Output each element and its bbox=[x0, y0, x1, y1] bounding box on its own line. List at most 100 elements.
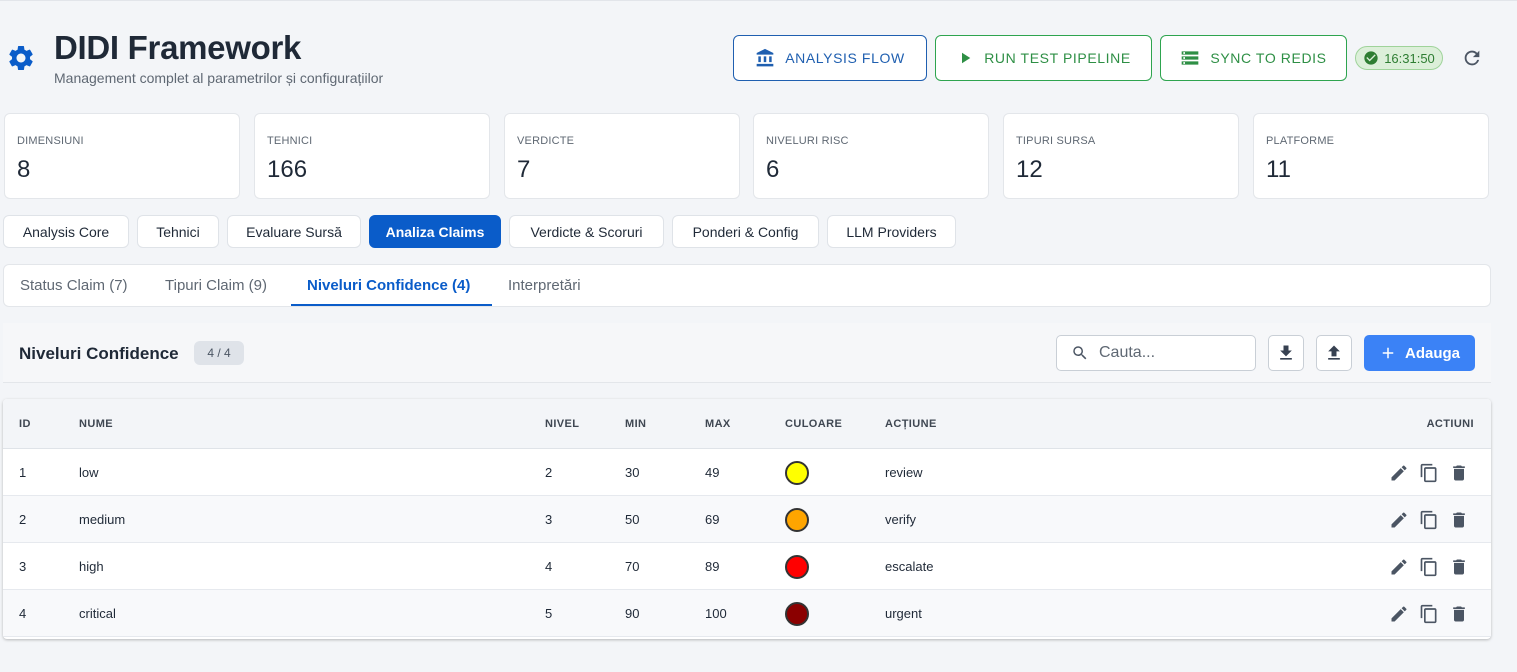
cell-max: 49 bbox=[705, 465, 720, 480]
cell-actiune: urgent bbox=[885, 606, 922, 621]
column-header-nivel[interactable]: NIVEL bbox=[545, 418, 579, 430]
cell-max: 69 bbox=[705, 512, 720, 527]
cell-max: 100 bbox=[705, 606, 727, 621]
copy-icon[interactable] bbox=[1419, 510, 1439, 530]
cell-actiune: verify bbox=[885, 512, 917, 527]
plus-icon bbox=[1382, 347, 1394, 359]
bank-icon bbox=[756, 48, 774, 67]
stat-card-dimensiuni: DIMENSIUNI 8 bbox=[4, 113, 240, 199]
table-row: 3 high 4 70 89 escalate bbox=[3, 543, 1491, 590]
cell-actiune: review bbox=[885, 465, 923, 480]
stat-card-platforme: PLATFORME 11 bbox=[1253, 113, 1489, 199]
copy-icon[interactable] bbox=[1419, 557, 1439, 577]
add-button[interactable]: Adauga bbox=[1364, 335, 1475, 371]
import-button[interactable] bbox=[1316, 335, 1352, 371]
edit-icon[interactable] bbox=[1389, 463, 1409, 483]
stat-value: 166 bbox=[267, 156, 308, 183]
check-circle-icon bbox=[1364, 51, 1378, 65]
table-header: ID NUME NIVEL MIN MAX CULOARE ACȚIUNE AC… bbox=[3, 399, 1491, 449]
tab-llm-providers[interactable]: LLM Providers bbox=[827, 215, 956, 248]
cell-nume: low bbox=[79, 465, 99, 480]
tab-analysis-core[interactable]: Analysis Core bbox=[3, 215, 129, 248]
export-button[interactable] bbox=[1268, 335, 1304, 371]
table-row: 1 low 2 30 49 review bbox=[3, 449, 1491, 496]
cell-id: 1 bbox=[19, 465, 27, 480]
search-icon bbox=[1073, 346, 1087, 360]
sync-to-redis-label: SYNC TO REDIS bbox=[1210, 50, 1327, 66]
run-test-pipeline-label: RUN TEST PIPELINE bbox=[984, 50, 1131, 66]
column-header-actiuni: ACTIUNI bbox=[1426, 418, 1474, 430]
cell-min: 30 bbox=[625, 465, 640, 480]
app-title: DIDI Framework bbox=[54, 29, 302, 66]
panel-title: Niveluri Confidence bbox=[19, 344, 179, 363]
stat-label: PLATFORME bbox=[1266, 135, 1335, 147]
column-header-id[interactable]: ID bbox=[19, 418, 31, 430]
active-tab-indicator bbox=[291, 304, 492, 306]
status-time-badge: 16:31:50 bbox=[1355, 46, 1443, 70]
cell-nivel: 4 bbox=[545, 559, 553, 574]
stat-label: VERDICTE bbox=[517, 135, 575, 147]
delete-icon[interactable] bbox=[1449, 510, 1469, 530]
play-icon bbox=[962, 52, 971, 64]
copy-icon[interactable] bbox=[1419, 604, 1439, 624]
color-swatch bbox=[785, 555, 809, 579]
delete-icon[interactable] bbox=[1449, 463, 1469, 483]
sync-to-redis-button[interactable]: SYNC TO REDIS bbox=[1160, 35, 1347, 81]
color-swatch bbox=[785, 461, 809, 485]
tab-ponderi-config[interactable]: Ponderi & Config bbox=[672, 215, 819, 248]
stat-card-tehnici: TEHNICI 166 bbox=[254, 113, 490, 199]
stat-value: 7 bbox=[517, 156, 531, 183]
analysis-flow-label: ANALYSIS FLOW bbox=[785, 50, 905, 66]
confidence-table: ID NUME NIVEL MIN MAX CULOARE ACȚIUNE AC… bbox=[3, 399, 1491, 639]
cell-nivel: 3 bbox=[545, 512, 553, 527]
server-stack-icon bbox=[1182, 51, 1199, 65]
delete-icon[interactable] bbox=[1449, 557, 1469, 577]
color-swatch bbox=[785, 602, 809, 626]
edit-icon[interactable] bbox=[1389, 604, 1409, 624]
cell-max: 89 bbox=[705, 559, 720, 574]
run-test-pipeline-button[interactable]: RUN TEST PIPELINE bbox=[935, 35, 1152, 81]
cell-min: 50 bbox=[625, 512, 640, 527]
column-header-culoare[interactable]: CULOARE bbox=[785, 418, 842, 430]
table-row: 2 medium 3 50 69 verify bbox=[3, 496, 1491, 543]
search-input[interactable] bbox=[1099, 344, 1239, 362]
subtab-interpretari[interactable]: Interpretări bbox=[508, 265, 581, 306]
stat-label: DIMENSIUNI bbox=[17, 135, 84, 147]
stat-value: 11 bbox=[1266, 156, 1291, 183]
cell-id: 3 bbox=[19, 559, 27, 574]
upload-icon bbox=[1328, 345, 1340, 360]
tab-analiza-claims[interactable]: Analiza Claims bbox=[369, 215, 501, 248]
subtab-niveluri-confidence[interactable]: Niveluri Confidence (4) bbox=[307, 265, 470, 306]
color-swatch bbox=[785, 508, 809, 532]
tab-verdicte-scoruri[interactable]: Verdicte & Scoruri bbox=[509, 215, 664, 248]
edit-icon[interactable] bbox=[1389, 510, 1409, 530]
count-chip: 4 / 4 bbox=[194, 341, 244, 365]
status-time: 16:31:50 bbox=[1384, 50, 1435, 66]
stat-label: TEHNICI bbox=[267, 135, 313, 147]
stat-label: NIVELURI RISC bbox=[766, 135, 849, 147]
column-header-actiune[interactable]: ACȚIUNE bbox=[885, 418, 937, 430]
stat-label: TIPURI SURSA bbox=[1016, 135, 1096, 147]
copy-icon[interactable] bbox=[1419, 463, 1439, 483]
stat-value: 6 bbox=[766, 156, 780, 183]
cell-nume: critical bbox=[79, 606, 116, 621]
cell-nivel: 5 bbox=[545, 606, 553, 621]
delete-icon[interactable] bbox=[1449, 604, 1469, 624]
stat-value: 8 bbox=[17, 156, 31, 183]
tab-tehnici[interactable]: Tehnici bbox=[137, 215, 219, 248]
tab-evaluare-sursa[interactable]: Evaluare Sursă bbox=[227, 215, 361, 248]
search-box[interactable] bbox=[1056, 335, 1256, 371]
column-header-max[interactable]: MAX bbox=[705, 418, 731, 430]
refresh-icon[interactable] bbox=[1461, 47, 1483, 69]
analysis-flow-button[interactable]: ANALYSIS FLOW bbox=[733, 35, 927, 81]
subtab-status-claim[interactable]: Status Claim (7) bbox=[20, 265, 128, 306]
cell-id: 2 bbox=[19, 512, 27, 527]
column-header-min[interactable]: MIN bbox=[625, 418, 646, 430]
stat-card-niveluri-risc: NIVELURI RISC 6 bbox=[753, 113, 989, 199]
gear-icon bbox=[9, 45, 33, 70]
subtab-tipuri-claim[interactable]: Tipuri Claim (9) bbox=[165, 265, 267, 306]
edit-icon[interactable] bbox=[1389, 557, 1409, 577]
download-icon bbox=[1280, 345, 1292, 360]
cell-actiune: escalate bbox=[885, 559, 934, 574]
column-header-nume[interactable]: NUME bbox=[79, 418, 113, 430]
